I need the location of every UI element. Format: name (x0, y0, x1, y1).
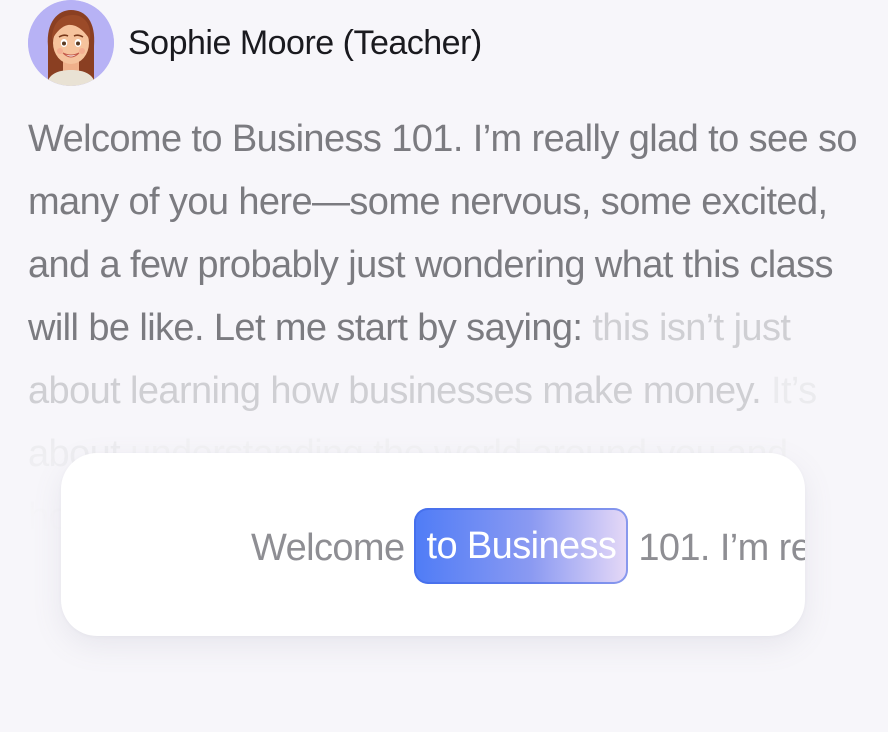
speaker-header: Sophie Moore (Teacher) (28, 0, 482, 86)
audio-waveform-icon (109, 500, 225, 588)
speaker-name: Sophie Moore (Teacher) (128, 23, 482, 62)
live-caption-card[interactable]: Welcometo Business101. I’m really glad (61, 453, 805, 636)
caption-word-before: Welcome (251, 527, 405, 569)
caption-word-after: 101. I’m really glad (638, 527, 805, 569)
live-caption-text: Welcometo Business101. I’m really glad (251, 508, 805, 588)
memoji-avatar-icon (28, 0, 114, 86)
caption-current-highlight: to Business (414, 508, 629, 584)
avatar[interactable] (28, 0, 114, 86)
